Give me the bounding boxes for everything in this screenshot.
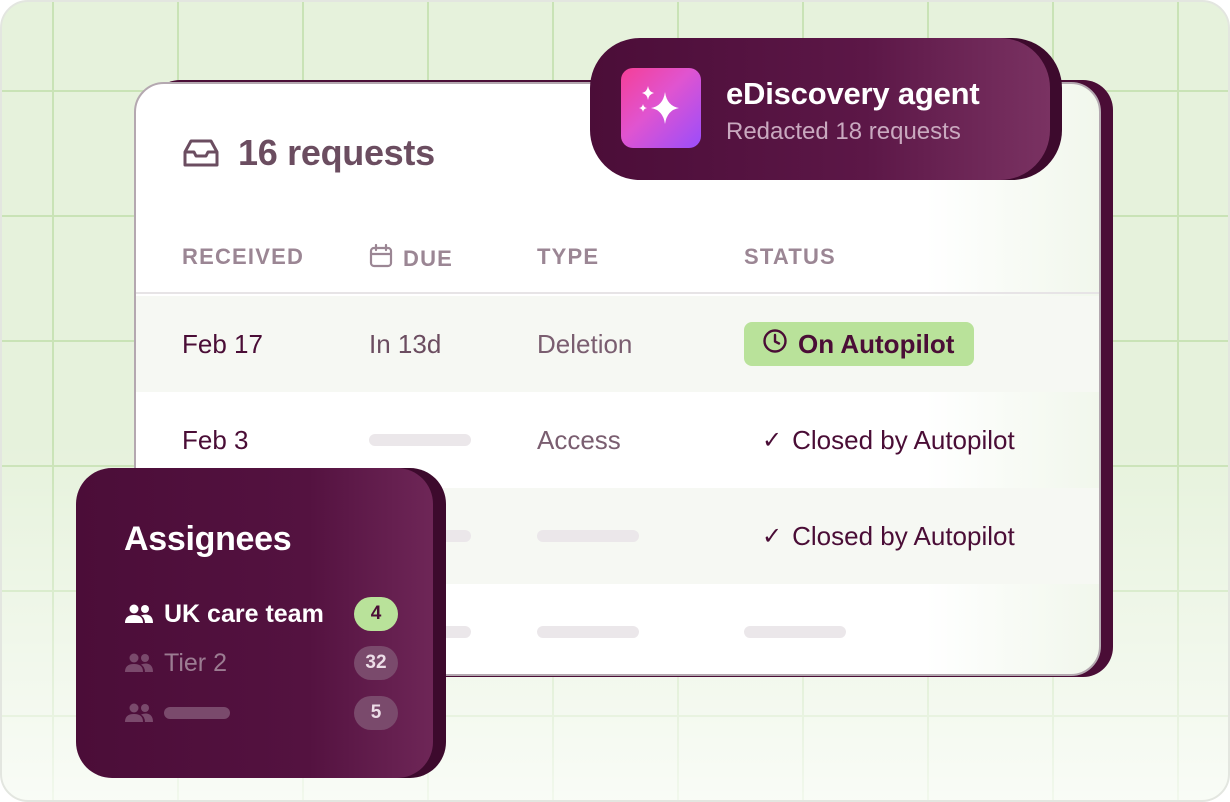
assignee-label: UK care team xyxy=(164,599,324,628)
table-row[interactable]: Feb 17 In 13d Deletion On Autopilot xyxy=(136,296,1099,392)
assignee-item-uk-care-team[interactable]: UK care team 4 xyxy=(124,596,398,632)
assignee-count-badge: 32 xyxy=(354,646,398,680)
status-closed: ✓ Closed by Autopilot xyxy=(762,520,1015,551)
requests-count-title: 16 requests xyxy=(238,132,435,173)
type-cell: Deletion xyxy=(537,328,633,359)
status-cell: ✓ Closed by Autopilot xyxy=(744,392,1015,488)
people-icon xyxy=(124,652,156,674)
placeholder-bar xyxy=(537,530,639,542)
placeholder-bar xyxy=(164,707,230,719)
placeholder-bar xyxy=(744,626,846,638)
type-cell: Access xyxy=(537,424,621,455)
assignee-count-badge: 4 xyxy=(354,597,398,631)
column-header-received[interactable]: RECEIVED xyxy=(182,244,304,270)
assignee-label: Tier 2 xyxy=(164,648,227,677)
inbox-icon xyxy=(182,138,220,168)
status-closed: ✓ Closed by Autopilot xyxy=(762,424,1015,455)
placeholder-bar xyxy=(369,434,471,446)
clock-icon xyxy=(762,328,788,361)
assignee-count-badge: 5 xyxy=(354,696,398,730)
grid-background: 16 requests RECEIVED DUE TYPE STATUS Feb… xyxy=(0,0,1230,802)
agent-card[interactable]: eDiscovery agent Redacted 18 requests xyxy=(590,38,1050,180)
column-header-status[interactable]: STATUS xyxy=(744,244,836,270)
assignees-card: Assignees UK care team 4 Tier 2 32 5 xyxy=(76,468,433,778)
due-cell: In 13d xyxy=(369,328,442,359)
people-icon xyxy=(124,702,156,724)
people-icon xyxy=(124,603,156,625)
assignees-title: Assignees xyxy=(124,520,292,558)
status-badge: On Autopilot xyxy=(744,322,975,366)
type-cell xyxy=(537,584,639,674)
calendar-icon xyxy=(369,243,393,274)
agent-title: eDiscovery agent xyxy=(726,76,980,111)
check-icon: ✓ xyxy=(762,522,783,550)
assignee-item-tier-2[interactable]: Tier 2 32 xyxy=(124,645,398,681)
status-cell: On Autopilot xyxy=(744,296,975,392)
status-cell: ✓ Closed by Autopilot xyxy=(744,488,1015,584)
placeholder-bar xyxy=(537,626,639,638)
status-cell xyxy=(744,584,846,674)
assignee-item-placeholder[interactable]: 5 xyxy=(124,695,398,731)
check-icon: ✓ xyxy=(762,426,783,454)
column-header-type[interactable]: TYPE xyxy=(537,244,599,270)
requests-header: 16 requests xyxy=(182,132,435,174)
sparkles-icon xyxy=(621,68,701,148)
table-header: RECEIVED DUE TYPE STATUS xyxy=(136,243,1099,294)
column-header-due[interactable]: DUE xyxy=(369,243,453,274)
type-cell xyxy=(537,488,639,584)
agent-subtitle: Redacted 18 requests xyxy=(726,118,961,145)
received-cell: Feb 17 xyxy=(182,328,263,359)
